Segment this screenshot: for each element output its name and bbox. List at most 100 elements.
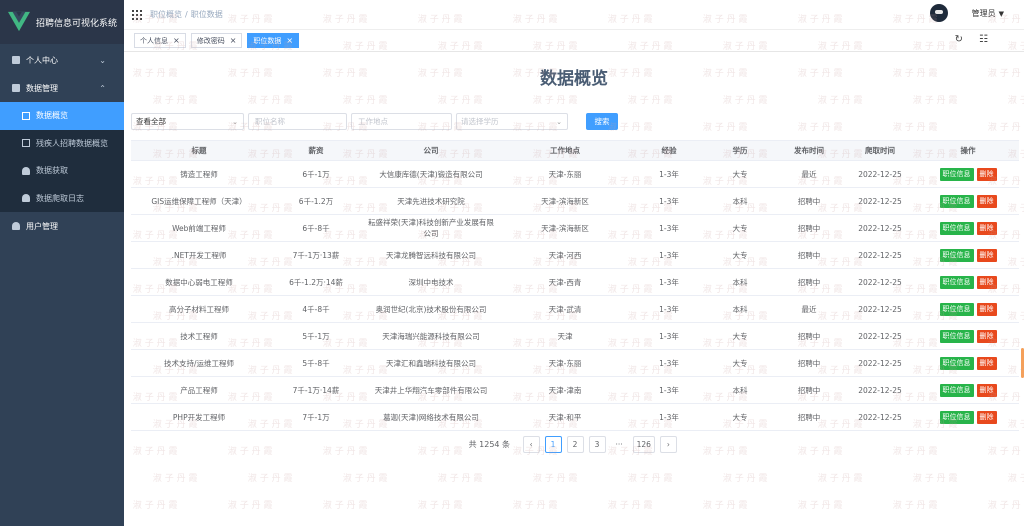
table-cell: 2022-12-25 xyxy=(858,169,902,179)
category-select[interactable]: 查看全部 ⌄ xyxy=(131,113,244,130)
delete-button[interactable]: 删除 xyxy=(976,329,997,343)
sidebar-item-personal[interactable]: 个人中心 ⌄ xyxy=(0,46,124,74)
row-actions: 职位信息 删除 xyxy=(917,329,1019,343)
table-cell: 技术支持/运维工程师 xyxy=(163,358,235,368)
job-info-button[interactable]: 职位信息 xyxy=(939,275,974,289)
delete-button[interactable]: 删除 xyxy=(976,167,997,181)
row-actions: 职位信息 删除 xyxy=(917,356,1019,370)
delete-button[interactable]: 删除 xyxy=(976,383,997,397)
search-button[interactable]: 搜索 xyxy=(586,113,618,130)
column-header: 发布时间 xyxy=(794,146,824,155)
delete-button[interactable]: 删除 xyxy=(976,221,997,235)
job-info-button[interactable]: 职位信息 xyxy=(939,383,974,397)
table-cell: 1-3年 xyxy=(659,358,679,368)
table-cell: 1-3年 xyxy=(659,250,679,260)
breadcrumb-item[interactable]: 职位概览 xyxy=(150,10,182,19)
person-icon xyxy=(22,194,30,203)
tag-personal-info[interactable]: 个人信息 × xyxy=(134,33,186,48)
sidebar-item-crawl-log[interactable]: 数据爬取日志 xyxy=(0,185,124,213)
table-cell: Web前端工程师 xyxy=(172,223,226,233)
job-info-button[interactable]: 职位信息 xyxy=(939,356,974,370)
tag-change-password[interactable]: 修改密码 × xyxy=(190,33,243,48)
table-cell: .NET开发工程师 xyxy=(171,250,227,260)
table-cell: 1-3年 xyxy=(659,331,679,341)
sidebar: 招聘信息可视化系统 个人中心 ⌄ 数据管理 ⌃ 数据概览 残疾人招聘数据概览 数… xyxy=(0,0,124,526)
next-page-button[interactable]: › xyxy=(659,436,677,453)
page-button-2[interactable]: 2 xyxy=(566,436,584,453)
settings-sliders-icon[interactable]: ☷ xyxy=(979,34,988,45)
table-cell: 招聘中 xyxy=(797,250,821,260)
delete-button[interactable]: 删除 xyxy=(976,275,997,289)
table-cell: 深圳中电技术 xyxy=(408,277,454,287)
chevron-down-icon: ⌄ xyxy=(556,117,562,126)
sidebar-item-users[interactable]: 用户管理 xyxy=(0,212,124,240)
category-select-value: 查看全部 xyxy=(136,117,166,126)
delete-button[interactable]: 删除 xyxy=(976,194,997,208)
job-info-button[interactable]: 职位信息 xyxy=(939,167,974,181)
close-icon[interactable]: × xyxy=(286,36,293,45)
table-cell: 天津 xyxy=(557,331,573,341)
job-info-button[interactable]: 职位信息 xyxy=(939,410,974,424)
sidebar-item-data[interactable]: 数据管理 ⌃ xyxy=(0,74,124,102)
apps-grid-icon[interactable] xyxy=(132,9,142,20)
table-cell: 最近 xyxy=(801,304,817,314)
close-icon[interactable]: × xyxy=(230,36,237,45)
prev-page-button[interactable]: ‹ xyxy=(522,436,540,453)
sidebar-item-fetch[interactable]: 数据获取 xyxy=(0,157,124,185)
delete-button[interactable]: 删除 xyxy=(976,356,997,370)
table-cell: 1-3年 xyxy=(659,277,679,287)
table-cell: 天津-东丽 xyxy=(548,358,582,368)
table-cell: 2022-12-25 xyxy=(858,277,902,287)
page-button-3[interactable]: 3 xyxy=(588,436,606,453)
table-row: GIS运维保障工程师（天津） 6千-1.2万 天津先进技术研究院 天津-滨海新区 1-3… xyxy=(131,188,1019,215)
table-cell: 高分子材料工程师 xyxy=(169,304,229,314)
table-cell: 招聘中 xyxy=(797,412,821,422)
user-name[interactable]: 管理员 ▼ xyxy=(972,8,1004,19)
sidebar-item-label: 个人中心 xyxy=(26,55,58,65)
more-pages-icon[interactable]: ··· xyxy=(610,436,628,453)
table-cell: 招聘中 xyxy=(797,385,821,395)
person-icon xyxy=(12,222,20,230)
table-cell: 5千-8千 xyxy=(302,358,330,368)
job-info-button[interactable]: 职位信息 xyxy=(939,302,974,316)
app-title: 招聘信息可视化系统 xyxy=(36,18,118,29)
chevron-up-icon: ⌃ xyxy=(99,83,106,93)
table-cell: 1-3年 xyxy=(659,196,679,206)
education-select-placeholder: 请选择学历 xyxy=(461,117,499,126)
table-row: 技术支持/运维工程师 5千-8千 天津汇和鑫瑞科技有限公司 天津-东丽 1-3年 大专 招聘… xyxy=(131,350,1019,377)
job-info-button[interactable]: 职位信息 xyxy=(939,221,974,235)
table-row: 技术工程师 5千-1万 天津海瑞兴能源科技有限公司 天津 1-3年 大专 招聘中 2022-1… xyxy=(131,323,1019,350)
page-button-last[interactable]: 126 xyxy=(632,436,655,453)
job-name-input[interactable]: 职位名称 xyxy=(248,113,347,130)
user-menu[interactable]: 管理员 ▼ xyxy=(929,4,1004,22)
table-cell: 天津龙腾智远科技有限公司 xyxy=(386,250,476,260)
table-cell: 1-3年 xyxy=(659,223,679,233)
page-button-1[interactable]: 1 xyxy=(544,436,562,453)
sidebar-item-disabled-recruit[interactable]: 残疾人招聘数据概览 xyxy=(0,130,124,158)
delete-button[interactable]: 删除 xyxy=(976,410,997,424)
pagination: 共 1254 条 ‹ 1 2 3 ··· 126 › xyxy=(124,436,1024,453)
close-icon[interactable]: × xyxy=(173,36,180,45)
delete-button[interactable]: 删除 xyxy=(976,302,997,316)
main-content: 数据概览 查看全部 ⌄ 职位名称 工作地点 请选择学历 ⌄ 搜索 标题 薪资 公司 工… xyxy=(124,52,1024,526)
avatar[interactable] xyxy=(929,4,948,22)
sidebar-item-overview[interactable]: 数据概览 xyxy=(0,102,124,130)
breadcrumb-separator: / xyxy=(185,10,188,19)
delete-button[interactable]: 删除 xyxy=(976,248,997,262)
database-icon xyxy=(12,84,20,92)
job-info-button[interactable]: 职位信息 xyxy=(939,248,974,262)
education-select[interactable]: 请选择学历 ⌄ xyxy=(456,113,568,130)
table-cell: 天津-西青 xyxy=(548,277,582,287)
table-cell: 2022-12-25 xyxy=(858,331,902,341)
job-info-button[interactable]: 职位信息 xyxy=(939,194,974,208)
sidebar-item-label: 数据概览 xyxy=(36,111,68,121)
location-input[interactable]: 工作地点 xyxy=(351,113,452,130)
tag-job-data[interactable]: 职位数据 × xyxy=(247,33,300,48)
table-cell: 2022-12-25 xyxy=(858,223,902,233)
table-row: Web前端工程师 6千-8千 耘盛祥荣(天津)科技创新产业发展有限公司 天津-滨海新区… xyxy=(131,215,1019,242)
row-actions: 职位信息 删除 xyxy=(917,221,1019,235)
refresh-icon[interactable]: ↻ xyxy=(955,34,963,45)
job-info-button[interactable]: 职位信息 xyxy=(939,329,974,343)
table-header: 标题 薪资 公司 工作地点 经验 学历 发布时间 爬取时间 操作 xyxy=(131,141,1019,161)
page-title: 数据概览 xyxy=(540,69,608,89)
